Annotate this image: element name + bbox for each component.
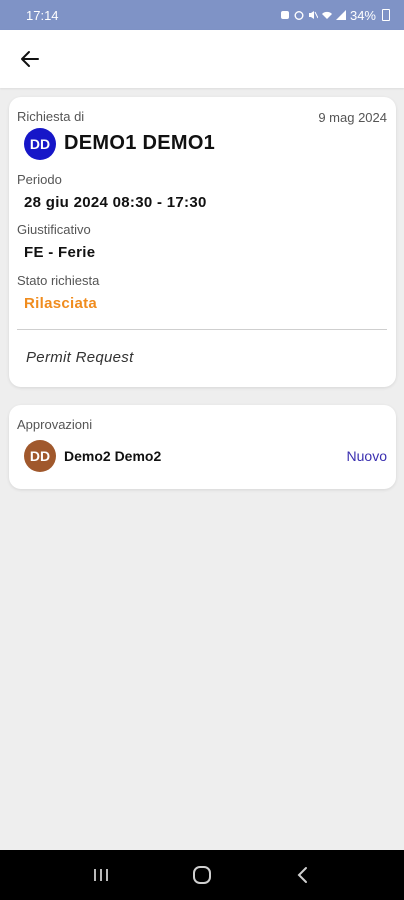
request-note: Permit Request: [26, 349, 134, 366]
wifi-icon: [321, 11, 332, 19]
signal-icon: [335, 10, 346, 20]
requested-by-label: Richiesta di: [17, 109, 85, 124]
alarm-icon: [294, 11, 304, 20]
approval-status-badge: Nuovo: [346, 448, 387, 464]
divider: [17, 329, 387, 330]
recent-apps-button[interactable]: [81, 860, 121, 890]
request-date: 9 mag 2024: [318, 110, 387, 125]
clock-time: 17:14: [26, 7, 59, 23]
period-label: Periodo: [17, 172, 62, 187]
request-status-label: Stato richiesta: [17, 273, 100, 288]
notification-icon: [280, 11, 289, 19]
mute-icon: [308, 11, 318, 19]
system-back-button[interactable]: [283, 860, 323, 890]
app-bar: [0, 30, 404, 88]
system-navigation-bar: [0, 850, 404, 900]
approver-avatar: DD: [24, 440, 56, 472]
home-button[interactable]: [182, 860, 222, 890]
status-icons: 34%: [280, 8, 390, 23]
approver-name: Demo2 Demo2: [64, 448, 162, 464]
approvals-card: Approvazioni DD Demo2 Demo2 Nuovo: [9, 405, 396, 489]
justification-value: FE - Ferie: [24, 244, 96, 261]
chevron-left-icon: [297, 867, 308, 883]
system-status-bar: 17:14 34%: [0, 0, 404, 30]
request-status-value: Rilasciata: [24, 295, 98, 312]
requester-avatar: DD: [24, 128, 56, 160]
justification-label: Giustificativo: [17, 222, 91, 237]
request-details-card: Richiesta di 9 mag 2024 DD DEMO1 DEMO1 P…: [9, 97, 396, 387]
arrow-left-icon: [21, 51, 39, 67]
battery-icon: [382, 9, 390, 21]
requester-name: DEMO1 DEMO1: [64, 132, 216, 154]
battery-percentage: 34%: [349, 7, 376, 23]
period-value: 28 giu 2024 08:30 - 17:30: [24, 194, 207, 211]
approvals-title: Approvazioni: [17, 417, 93, 432]
back-button[interactable]: [18, 47, 42, 71]
home-icon: [192, 866, 211, 884]
recent-apps-icon: [93, 869, 108, 881]
